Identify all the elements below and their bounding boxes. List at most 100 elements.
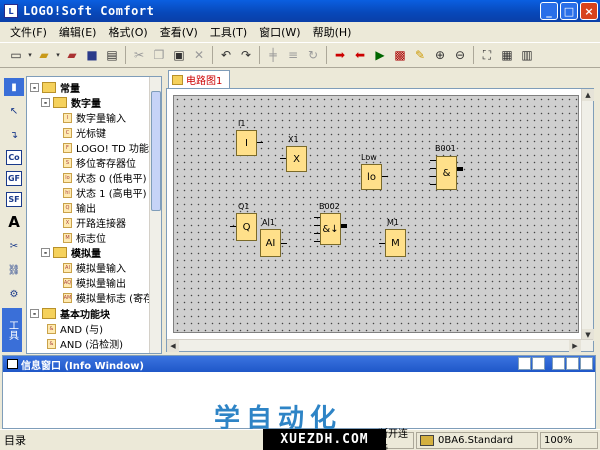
info-restore-icon[interactable] [552, 357, 565, 370]
tree-item[interactable]: AQ 模拟量输出 [63, 275, 126, 290]
menu-help[interactable]: 帮助(H) [307, 24, 358, 40]
menu-edit[interactable]: 编辑(E) [53, 24, 103, 40]
and-edge-icon: & [47, 338, 56, 349]
tree-item[interactable]: AI 模拟量输入 [63, 260, 126, 275]
analog-output-icon: AQ [63, 277, 72, 288]
info-copy-icon[interactable] [518, 357, 531, 370]
align-icon[interactable]: ╪ [263, 45, 283, 65]
tab-circuit-diagram[interactable]: 电路图1 [168, 70, 230, 88]
canvas-horizontal-scrollbar[interactable]: ◀ ▶ [167, 339, 593, 352]
block-tool-icon[interactable]: ⛓ [4, 261, 24, 279]
tree-item[interactable]: S 移位寄存器位 [63, 155, 136, 170]
block-and-b001[interactable]: & [436, 156, 457, 190]
tree-item[interactable]: lo 状态 0 (低电平) [63, 170, 147, 185]
maximize-button[interactable]: □ [560, 2, 578, 20]
menu-window[interactable]: 窗口(W) [253, 24, 306, 40]
block-analog-input-ai1[interactable]: AI [260, 229, 281, 257]
distribute-icon[interactable]: ≡ [283, 45, 303, 65]
tree-item[interactable]: AM 模拟量标志 (寄存 [63, 290, 153, 305]
close-button[interactable]: × [580, 2, 598, 20]
scroll-thumb[interactable] [151, 91, 161, 211]
save-icon[interactable]: ■ [82, 45, 102, 65]
folder-icon [53, 97, 67, 108]
flag-icon: M [63, 232, 72, 243]
drawing-grid[interactable]: I1 I X1 X Low lo B001 & Q1 Q AI1 AI B002… [173, 95, 579, 333]
block-low-state[interactable]: lo [361, 164, 382, 190]
menu-tools[interactable]: 工具(T) [204, 24, 253, 40]
function-key-icon: F [63, 142, 72, 153]
tree-item[interactable]: & AND (沿检测) [47, 336, 123, 351]
side-tab-tools[interactable]: 工具 [2, 308, 22, 352]
tree-node-analog[interactable]: - 模拟量 [41, 245, 101, 260]
tree-node-digital[interactable]: - 数字量 [41, 95, 101, 110]
grid-icon[interactable]: ▥ [517, 45, 537, 65]
tree-item[interactable]: hi 状态 1 (高电平) [63, 185, 147, 200]
dropdown-arrow-icon[interactable]: ▾ [54, 45, 62, 65]
tree-item[interactable]: I 数字量输入 [63, 110, 126, 125]
open-connector-icon: X [63, 217, 72, 228]
new-file-icon[interactable]: ▭ [6, 45, 26, 65]
select-tool-icon[interactable]: ▮ [4, 78, 24, 96]
tree-scrollbar[interactable] [149, 77, 161, 353]
tree-item[interactable]: X 开路连接器 [63, 215, 126, 230]
fit-window-icon[interactable]: ⛶ [477, 45, 497, 65]
canvas-vertical-scrollbar[interactable]: ▲ ▼ [581, 89, 594, 341]
output-icon: Q [63, 202, 72, 213]
tree-item[interactable]: C 光标键 [63, 125, 106, 140]
basic-functions-tool-icon[interactable]: GF [6, 171, 22, 186]
transfer-pc-to-logo-icon[interactable]: ➡ [330, 45, 350, 65]
function-tree: - 常量 - 数字量 I 数字量输入 C 光标键 F LOGO! TD 功能键 S 移位寄存… [26, 76, 162, 354]
info-clear-icon[interactable] [532, 357, 545, 370]
block-and-edge-b002[interactable]: &↓ [320, 213, 341, 245]
block-output-q1[interactable]: Q [236, 213, 257, 241]
pointer-tool-icon[interactable]: ↖ [4, 102, 24, 120]
delete-icon[interactable]: ✕ [189, 45, 209, 65]
constants-tool-icon[interactable]: Co [6, 150, 22, 165]
zoom-in-icon[interactable]: ⊕ [430, 45, 450, 65]
circuit-canvas[interactable]: I1 I X1 X Low lo B001 & Q1 Q AI1 AI B002… [166, 88, 594, 352]
connector-tool-icon[interactable]: ↴ [4, 126, 24, 144]
scroll-right-icon[interactable]: ▶ [569, 340, 581, 352]
app-icon: L [4, 4, 18, 18]
analog-flag-icon: AM [63, 292, 72, 303]
tree-item[interactable]: M 标志位 [63, 230, 106, 245]
tree-item[interactable]: F LOGO! TD 功能键 [63, 140, 159, 155]
tree-node-basic-functions[interactable]: - 基本功能块 [30, 306, 110, 321]
copy-icon[interactable]: ❐ [149, 45, 169, 65]
info-dock-icon[interactable] [566, 357, 579, 370]
undo-icon[interactable]: ↶ [216, 45, 236, 65]
cut-connection-tool-icon[interactable]: ✂ [4, 237, 24, 255]
tree-item[interactable]: Q 输出 [63, 200, 96, 215]
minimize-button[interactable]: _ [540, 2, 558, 20]
cut-icon[interactable]: ✂ [129, 45, 149, 65]
cursor-key-icon: C [63, 127, 72, 138]
block-flag-m1[interactable]: M [385, 229, 406, 257]
zoom-out-icon[interactable]: ⊖ [450, 45, 470, 65]
page-layout-icon[interactable]: ▦ [497, 45, 517, 65]
special-functions-tool-icon[interactable]: SF [6, 192, 22, 207]
rotate-icon[interactable]: ↻ [303, 45, 323, 65]
pen-icon[interactable]: ✎ [410, 45, 430, 65]
transfer-logo-to-pc-icon[interactable]: ⬅ [350, 45, 370, 65]
simulation-icon[interactable]: ▩ [390, 45, 410, 65]
paste-icon[interactable]: ▣ [169, 45, 189, 65]
tree-node-constants[interactable]: - 常量 [30, 80, 80, 95]
simulation-tool-icon[interactable]: ⚙ [4, 285, 24, 303]
redo-icon[interactable]: ↷ [236, 45, 256, 65]
info-close-icon[interactable] [580, 357, 593, 370]
menu-format[interactable]: 格式(O) [102, 24, 153, 40]
print-icon[interactable]: ▤ [102, 45, 122, 65]
block-input-i1[interactable]: I [236, 130, 257, 156]
high-state-icon: hi [63, 187, 72, 198]
close-folder-icon[interactable]: ▰ [62, 45, 82, 65]
scroll-up-icon[interactable]: ▲ [582, 89, 594, 101]
online-test-icon[interactable]: ▶ [370, 45, 390, 65]
open-folder-icon[interactable]: ▰ [34, 45, 54, 65]
menu-view[interactable]: 查看(V) [154, 24, 204, 40]
dropdown-arrow-icon[interactable]: ▾ [26, 45, 34, 65]
scroll-left-icon[interactable]: ◀ [167, 340, 179, 352]
text-tool-icon[interactable]: A [4, 213, 24, 231]
tree-item[interactable]: & AND (与) [47, 321, 103, 336]
menu-file[interactable]: 文件(F) [4, 24, 53, 40]
block-connector-x1[interactable]: X [286, 146, 307, 172]
